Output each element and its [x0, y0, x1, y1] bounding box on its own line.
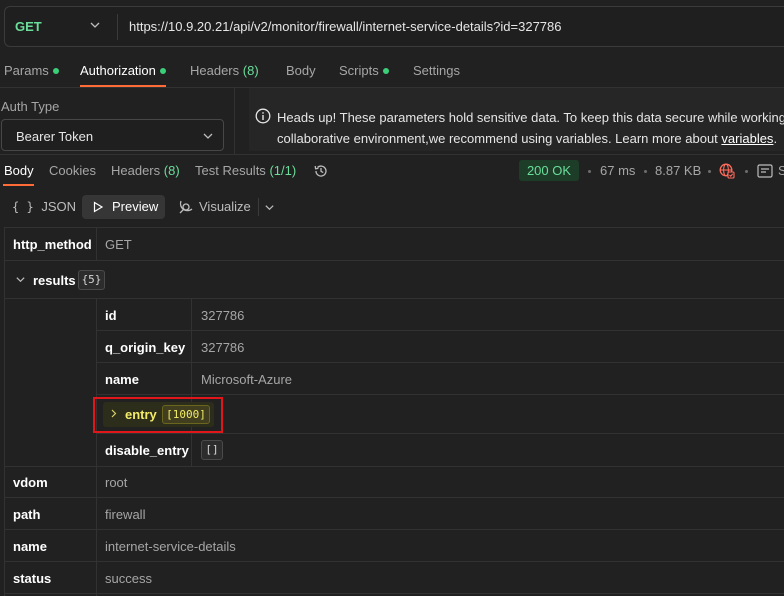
auth-type-value: Bearer Token: [16, 129, 94, 144]
url-divider: [117, 14, 118, 40]
row-divider: [96, 394, 784, 395]
visualize-view-button[interactable]: Visualize: [176, 195, 256, 219]
key-disable-entry: disable_entry: [105, 443, 189, 458]
method-select[interactable]: GET: [15, 19, 42, 34]
value-q-origin-key: 327786: [201, 340, 245, 355]
divider: [0, 154, 784, 155]
variables-link[interactable]: variables: [721, 131, 773, 146]
scripts-status-dot: [382, 67, 389, 74]
info-icon: [255, 108, 271, 124]
row-divider: [4, 561, 784, 562]
chevron-down-icon[interactable]: [89, 19, 101, 31]
separator-dot: [588, 170, 591, 173]
braces-icon: { }: [12, 200, 34, 214]
history-icon[interactable]: [313, 163, 329, 179]
response-time[interactable]: 67 ms: [600, 163, 635, 178]
visualize-icon: [179, 200, 193, 214]
disable-entry-badge: []: [201, 440, 223, 460]
json-view-button[interactable]: { } JSON: [6, 195, 76, 219]
tab-scripts[interactable]: Scripts: [339, 63, 389, 78]
active-response-tab-indicator: [3, 184, 34, 186]
row-divider: [4, 260, 784, 261]
response-size[interactable]: 8.87 KB: [655, 163, 701, 178]
table-border: [4, 227, 5, 596]
separator-dot: [644, 170, 647, 173]
key-status: status: [13, 571, 52, 586]
key-name-top: name: [13, 539, 47, 554]
value-name-top: internet-service-details: [105, 539, 236, 554]
key-id: id: [105, 308, 117, 323]
separator-dot: [745, 170, 748, 173]
chevron-down-icon[interactable]: [264, 202, 275, 213]
response-tab-cookies[interactable]: Cookies: [49, 163, 96, 178]
value-id: 327786: [201, 308, 245, 323]
divider: [234, 88, 235, 154]
auth-type-label: Auth Type: [1, 99, 60, 114]
play-icon: [93, 201, 104, 213]
row-divider: [4, 227, 784, 228]
authorization-status-dot: [159, 67, 166, 74]
url-input[interactable]: https://10.9.20.21/api/v2/monitor/firewa…: [129, 19, 562, 34]
notice-text: Heads up! These parameters hold sensitiv…: [277, 110, 784, 125]
key-results[interactable]: results: [33, 273, 76, 288]
row-divider: [4, 298, 784, 299]
key-vdom: vdom: [13, 475, 48, 490]
sensitive-data-notice: Heads up! These parameters hold sensitiv…: [249, 88, 784, 151]
tab-headers[interactable]: Headers (8): [190, 63, 259, 78]
save-response-label[interactable]: S: [778, 163, 784, 178]
response-tab-headers[interactable]: Headers (8): [111, 163, 180, 178]
row-divider: [96, 433, 784, 434]
key-q-origin-key: q_origin_key: [105, 340, 186, 355]
response-tab-body[interactable]: Body: [4, 163, 34, 178]
params-status-dot: [52, 67, 59, 74]
row-divider: [96, 362, 784, 363]
value-vdom: root: [105, 475, 128, 490]
key-http-method: http_method: [13, 237, 92, 252]
annotation-highlight-box: [93, 397, 223, 433]
status-badge[interactable]: 200 OK: [519, 160, 579, 181]
value-http-method: GET: [105, 237, 132, 252]
value-path: firewall: [105, 507, 146, 522]
auth-type-select[interactable]: Bearer Token: [1, 119, 224, 151]
divider: [258, 198, 259, 216]
column-divider: [96, 466, 97, 596]
key-name: name: [105, 372, 139, 387]
row-divider: [4, 529, 784, 530]
notice-text-2: collaborative environment,we recommend u…: [277, 131, 778, 146]
row-divider: [4, 497, 784, 498]
results-count-badge: {5}: [78, 270, 105, 290]
key-path: path: [13, 507, 41, 522]
nested-border: [96, 298, 97, 466]
chevron-down-icon[interactable]: [15, 274, 26, 285]
tab-body[interactable]: Body: [286, 63, 316, 78]
row-divider: [4, 466, 784, 467]
url-bar: GET https://10.9.20.21/api/v2/monitor/fi…: [4, 6, 784, 47]
save-response-icon[interactable]: [757, 164, 773, 178]
tab-authorization[interactable]: Authorization: [80, 63, 166, 78]
chevron-down-icon: [203, 133, 213, 139]
response-tab-test-results[interactable]: Test Results (1/1): [195, 163, 296, 178]
value-name: Microsoft-Azure: [201, 372, 293, 387]
row-divider: [4, 593, 784, 594]
row-divider: [96, 330, 784, 331]
column-divider: [191, 298, 192, 466]
network-globe-icon[interactable]: [719, 163, 735, 179]
preview-view-button[interactable]: Preview: [82, 195, 165, 219]
separator-dot: [708, 170, 711, 173]
tab-settings[interactable]: Settings: [413, 63, 460, 78]
tab-params[interactable]: Params: [4, 63, 59, 78]
value-status: success: [105, 571, 152, 586]
column-divider: [96, 227, 97, 260]
